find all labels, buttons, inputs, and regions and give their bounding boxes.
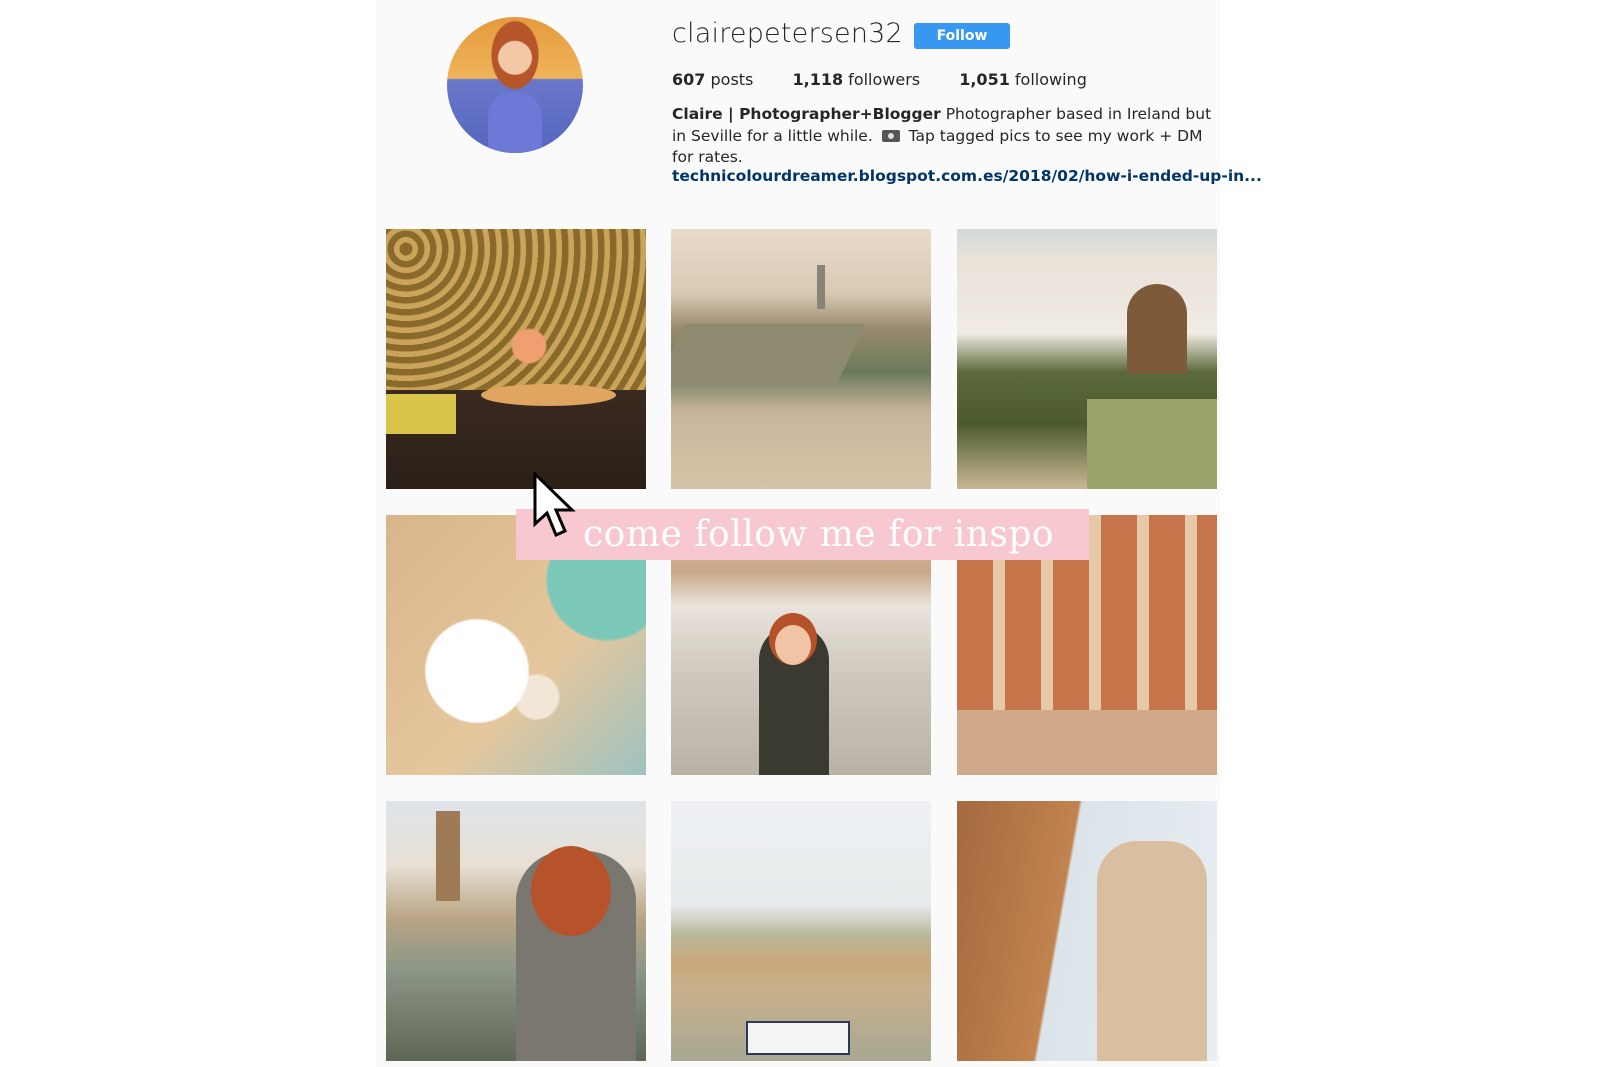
- post-thumbnail-2[interactable]: [671, 229, 931, 489]
- profile-avatar[interactable]: [447, 17, 583, 153]
- post-thumbnail-3[interactable]: [957, 229, 1217, 489]
- profile-link[interactable]: technicolourdreamer.blogspot.com.es/2018…: [672, 167, 1262, 185]
- posts-count: 607 posts: [672, 70, 754, 89]
- profile-stats: 607 posts 1,118 followers 1,051 followin…: [672, 70, 1121, 89]
- follow-button[interactable]: Follow: [914, 23, 1010, 49]
- mouse-pointer-icon: [533, 472, 576, 537]
- followers-link[interactable]: 1,118 followers: [792, 70, 920, 89]
- post-thumbnail-7[interactable]: [386, 801, 646, 1061]
- bio-name: Claire | Photographer+Blogger: [672, 105, 941, 123]
- profile-bio: Claire | Photographer+Blogger Photograph…: [672, 104, 1217, 169]
- following-link[interactable]: 1,051 following: [959, 70, 1087, 89]
- post-thumbnail-8[interactable]: [671, 801, 931, 1061]
- post-thumbnail-1[interactable]: [386, 229, 646, 489]
- camera-icon: [881, 130, 900, 142]
- promo-banner-text: come follow me for inspo: [583, 514, 1055, 555]
- profile-username: clairepetersen32: [672, 18, 903, 49]
- post-thumbnail-9[interactable]: [957, 801, 1217, 1061]
